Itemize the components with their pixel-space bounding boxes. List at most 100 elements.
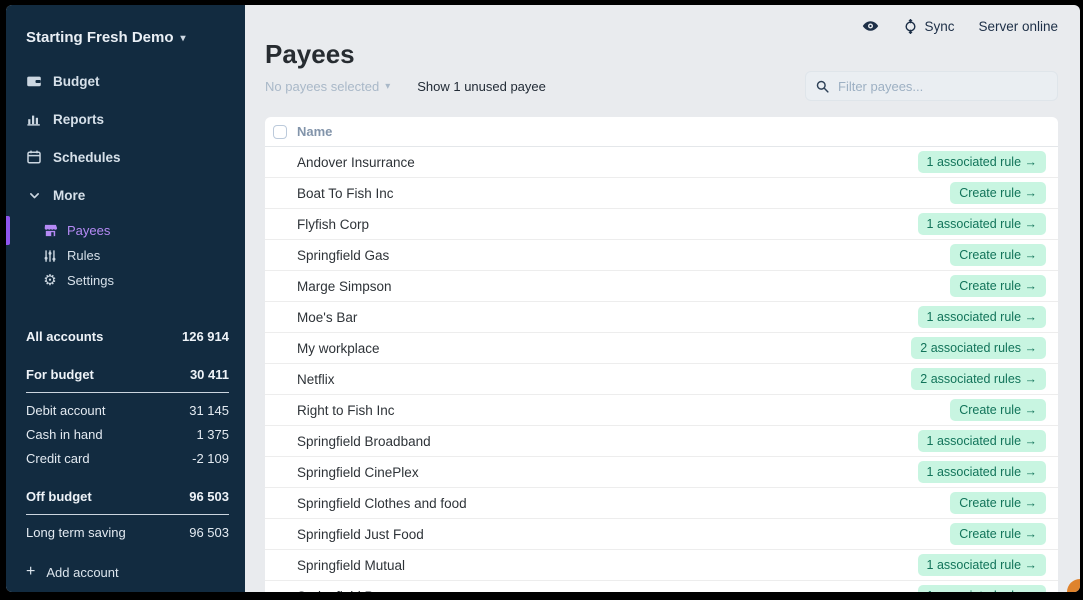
store-icon <box>42 223 58 239</box>
rule-badge[interactable]: Create rule → <box>950 523 1046 545</box>
account-balance-row[interactable]: Off budget 96 503 <box>26 485 229 515</box>
sidebar-item-label: Reports <box>53 111 105 127</box>
sidebar-item-label: Payees <box>67 223 111 238</box>
payee-row[interactable]: Springfield CinePlex 1 associated rule → <box>265 457 1058 488</box>
name-column-header: Name <box>297 124 333 139</box>
payee-row[interactable]: Flyfish Corp 1 associated rule → <box>265 209 1058 240</box>
selection-dropdown-label: No payees selected <box>265 78 380 94</box>
payee-name[interactable]: Springfield CinePlex <box>297 465 419 480</box>
account-value: 96 503 <box>189 489 229 504</box>
account-balance-row[interactable]: Debit account 31 145 <box>26 398 229 422</box>
sliders-icon <box>42 248 58 264</box>
payee-name[interactable]: Right to Fish Inc <box>297 403 395 418</box>
sidebar-item-budget[interactable]: Budget <box>6 62 245 100</box>
selection-dropdown[interactable]: No payees selected ▾ <box>265 79 390 94</box>
account-balance-row[interactable]: All accounts 126 914 <box>26 324 229 348</box>
payee-row[interactable]: Boat To Fish Inc Create rule → <box>265 178 1058 209</box>
account-label: For budget <box>26 367 94 382</box>
payee-name[interactable]: Marge Simpson <box>297 279 392 294</box>
filter-field <box>805 71 1058 101</box>
payee-name[interactable]: Boat To Fish Inc <box>297 186 394 201</box>
payees-controls: No payees selected ▾ Show 1 unused payee <box>265 71 1058 101</box>
rule-badge[interactable]: Create rule → <box>950 492 1046 514</box>
payee-name[interactable]: My workplace <box>297 341 380 356</box>
rule-badge[interactable]: 1 associated rule → <box>917 461 1046 483</box>
rule-badge[interactable]: 1 associated rule → <box>917 151 1046 173</box>
payee-row[interactable]: Right to Fish Inc Create rule → <box>265 395 1058 426</box>
account-balance-row[interactable]: Credit card -2 109 <box>26 446 229 470</box>
payee-row[interactable]: Marge Simpson Create rule → <box>265 271 1058 302</box>
account-value: -2 109 <box>192 450 229 466</box>
payees-table-header: Name <box>265 117 1058 147</box>
chevron-down-icon <box>26 187 42 203</box>
payee-name[interactable]: Springfield Mutual <box>297 558 405 573</box>
main-content: Sync Server online Payees No payees sele… <box>245 5 1080 592</box>
sync-button[interactable]: Sync <box>903 18 954 34</box>
rule-badge[interactable]: 1 associated rule → <box>917 585 1046 592</box>
sidebar-item-rules[interactable]: Rules <box>6 243 245 268</box>
more-subnav: Payees Rules ⚙ Settings <box>6 216 245 293</box>
payee-row[interactable]: Andover Insurrance 1 associated rule → <box>265 147 1058 178</box>
rule-badge[interactable]: 2 associated rules → <box>911 368 1046 390</box>
account-label: Cash in hand <box>26 426 103 442</box>
payee-row[interactable]: My workplace 2 associated rules → <box>265 333 1058 364</box>
rule-badge[interactable]: 1 associated rule → <box>917 213 1046 235</box>
server-status[interactable]: Server online <box>978 19 1058 34</box>
payee-name[interactable]: Springfield Power <box>297 589 403 593</box>
payee-row[interactable]: Springfield Mutual 1 associated rule → <box>265 550 1058 581</box>
sidebar-item-payees[interactable]: Payees <box>6 216 245 245</box>
bar-chart-icon <box>26 111 42 127</box>
sidebar-item-more[interactable]: More <box>6 176 245 214</box>
payee-row[interactable]: Moe's Bar 1 associated rule → <box>265 302 1058 333</box>
app-window: Starting Fresh Demo ▾ Budget Reports Sch… <box>6 5 1080 592</box>
payee-row[interactable]: Springfield Gas Create rule → <box>265 240 1058 271</box>
search-icon <box>816 80 829 93</box>
rule-badge[interactable]: 1 associated rule → <box>917 430 1046 452</box>
privacy-eye-button[interactable] <box>862 19 879 33</box>
account-value: 30 411 <box>189 367 229 382</box>
rule-badge[interactable]: Create rule → <box>950 182 1046 204</box>
eye-icon <box>863 21 879 31</box>
sidebar-item-settings[interactable]: ⚙ Settings <box>6 268 245 293</box>
account-balance-row[interactable]: Long term saving 96 503 <box>26 520 229 544</box>
add-account-button[interactable]: + Add account <box>26 563 245 581</box>
payee-name[interactable]: Andover Insurrance <box>297 155 415 170</box>
payee-row[interactable]: Springfield Broadband 1 associated rule … <box>265 426 1058 457</box>
filter-payees-input[interactable] <box>836 77 1047 95</box>
payee-row[interactable]: Springfield Clothes and food Create rule… <box>265 488 1058 519</box>
rule-badge[interactable]: Create rule → <box>950 244 1046 266</box>
rule-badge[interactable]: 2 associated rules → <box>911 337 1046 359</box>
payee-name[interactable]: Springfield Gas <box>297 248 389 263</box>
rule-badge[interactable]: Create rule → <box>950 275 1046 297</box>
sidebar-item-label: Schedules <box>53 149 121 165</box>
topbar: Sync Server online <box>245 5 1080 35</box>
account-label: Debit account <box>26 402 106 418</box>
caret-down-icon: ▾ <box>385 81 391 92</box>
show-unused-toggle[interactable]: Show 1 unused payee <box>417 79 546 94</box>
payee-name[interactable]: Flyfish Corp <box>297 217 369 232</box>
rule-badge[interactable]: Create rule → <box>950 399 1046 421</box>
rule-badge[interactable]: 1 associated rule → <box>917 306 1046 328</box>
rule-badge[interactable]: 1 associated rule → <box>917 554 1046 576</box>
account-label: All accounts <box>26 328 104 344</box>
sidebar-item-schedules[interactable]: Schedules <box>6 138 245 176</box>
select-all-checkbox[interactable] <box>273 124 287 139</box>
account-balance-row[interactable]: For budget 30 411 <box>26 363 229 393</box>
sidebar-item-label: Rules <box>67 248 101 263</box>
payee-row[interactable]: Springfield Power 1 associated rule → <box>265 581 1058 592</box>
payee-row[interactable]: Springfield Just Food Create rule → <box>265 519 1058 550</box>
payee-row[interactable]: Netflix 2 associated rules → <box>265 364 1058 395</box>
budget-file-selector[interactable]: Starting Fresh Demo ▾ <box>26 25 245 49</box>
account-value: 126 914 <box>182 328 229 344</box>
sidebar-item-reports[interactable]: Reports <box>6 100 245 138</box>
add-account-label: Add account <box>46 564 119 580</box>
payee-name[interactable]: Moe's Bar <box>297 310 357 325</box>
account-balance-row[interactable]: Cash in hand 1 375 <box>26 422 229 446</box>
server-status-label: Server online <box>978 18 1058 34</box>
payee-name[interactable]: Netflix <box>297 372 335 387</box>
payee-name[interactable]: Springfield Clothes and food <box>297 496 467 511</box>
payee-name[interactable]: Springfield Just Food <box>297 527 424 542</box>
wallet-icon <box>26 73 42 89</box>
budget-file-name: Starting Fresh Demo <box>26 28 174 46</box>
payee-name[interactable]: Springfield Broadband <box>297 434 431 449</box>
